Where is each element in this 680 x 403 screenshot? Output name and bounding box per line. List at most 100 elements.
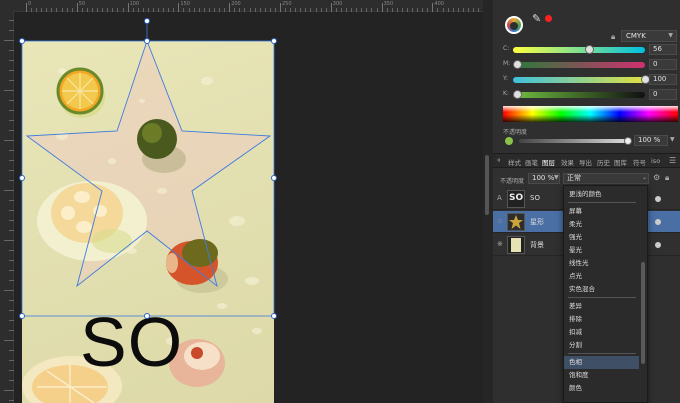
blend-mode-option[interactable]: 颜色 (564, 382, 639, 395)
tab-2[interactable]: 图层 (542, 157, 555, 167)
rotate-handle[interactable] (144, 18, 150, 24)
ruler-tick (9, 300, 14, 301)
ruler-minor-tick (213, 8, 215, 12)
ruler-minor-tick (295, 8, 297, 12)
ruler-minor-tick (427, 8, 429, 12)
ruler-tick (9, 70, 14, 71)
channel-slider-track[interactable] (513, 92, 645, 98)
ruler-tick (4, 240, 14, 241)
layer-thumbnail (507, 213, 525, 231)
resize-handle-bl[interactable] (19, 313, 25, 319)
blend-mode-option[interactable]: 实色混合 (564, 283, 639, 296)
canvas-so-text[interactable]: SO (80, 307, 183, 377)
blend-mode-option[interactable]: 点光 (564, 270, 639, 283)
chevron-down-icon[interactable]: ⌄ (642, 174, 647, 181)
blend-mode-option[interactable]: 扣减 (564, 326, 639, 339)
ruler-tick (4, 40, 14, 41)
tab-1[interactable]: 画笔 (525, 157, 538, 167)
dropdown-scrollbar[interactable] (641, 262, 645, 364)
layer-name: SO (530, 194, 540, 202)
ruler-tick (4, 140, 14, 141)
ruler-tick (9, 120, 14, 121)
ruler-minor-tick (366, 8, 368, 12)
ruler-tick (9, 230, 14, 231)
channel-value-field[interactable]: 0 (649, 89, 677, 100)
ruler-minor-tick (92, 8, 94, 12)
tab-4[interactable]: 导出 (579, 157, 592, 167)
resize-handle-br[interactable] (271, 313, 277, 319)
blend-mode-option[interactable]: 饱和度 (564, 369, 639, 382)
gear-icon[interactable]: ⚙ (653, 173, 660, 182)
blend-mode-option[interactable]: 强光 (564, 231, 639, 244)
resize-handle-ml[interactable] (19, 175, 25, 181)
canvas-area[interactable]: 050100150200250300350400450 (0, 0, 495, 403)
tab-5[interactable]: 历史 (597, 157, 610, 167)
tab-7[interactable]: 符号 (633, 157, 646, 167)
resize-handle-tl[interactable] (19, 38, 25, 44)
layer-thumbnail (507, 236, 525, 254)
resize-handle-bm[interactable] (144, 313, 150, 319)
resize-handle-tm[interactable] (144, 38, 150, 44)
opacity-value-field[interactable]: 100 % (634, 135, 668, 146)
ruler-minor-tick (442, 8, 444, 12)
opacity-slider-track[interactable] (519, 139, 629, 143)
resize-handle-mr[interactable] (271, 175, 277, 181)
blend-mode-option[interactable]: 色相 (564, 356, 639, 369)
panel-menu-icon[interactable]: ☰ (669, 156, 676, 165)
ruler-minor-tick (417, 8, 419, 12)
tab-3[interactable]: 效果 (561, 157, 574, 167)
resize-handle-tr[interactable] (271, 38, 277, 44)
ruler-major-tick (280, 3, 281, 12)
blend-mode-option[interactable]: 差异 (564, 300, 639, 313)
tab-0[interactable]: 样式 (508, 157, 521, 167)
ruler-minor-tick (137, 8, 139, 12)
chevron-down-icon[interactable]: ▼ (554, 174, 559, 181)
blend-mode-option[interactable]: 线性光 (564, 257, 639, 270)
blend-mode-option[interactable]: 屏幕 (564, 205, 639, 218)
blend-mode-option[interactable]: 晕光 (564, 244, 639, 257)
ruler-minor-tick (208, 8, 210, 12)
visibility-toggle[interactable] (655, 196, 661, 202)
ruler-minor-tick (285, 8, 287, 12)
spectrum-highlight (503, 106, 678, 112)
ruler-tick (9, 360, 14, 361)
tab-6[interactable]: 图库 (614, 157, 627, 167)
panel-grip-icon: ⏸ (497, 156, 501, 164)
chevron-down-icon[interactable]: ▼ (670, 136, 675, 143)
ruler-label: 200 (231, 1, 241, 7)
channel-value-field[interactable]: 0 (649, 59, 677, 70)
ruler-minor-tick (239, 8, 241, 12)
blend-mode-select[interactable]: 正常 (563, 173, 649, 184)
color-picker-icon[interactable]: ✎ (532, 12, 541, 25)
canvas-scroll-thumb[interactable] (485, 155, 489, 215)
ruler-label: 50 (78, 1, 86, 7)
ruler-label: 350 (383, 1, 394, 7)
lock-icon[interactable]: 🔒︎ (665, 173, 669, 183)
accent-color-dot[interactable] (545, 15, 552, 22)
visibility-toggle[interactable] (655, 242, 661, 248)
ruler-minor-tick (457, 8, 459, 12)
channel-slider-knob[interactable] (513, 90, 522, 99)
visibility-toggle[interactable] (655, 219, 661, 225)
color-model-select[interactable]: CMYK ▼ (621, 30, 677, 42)
blend-mode-option[interactable]: 排除 (564, 313, 639, 326)
ruler-major-tick (127, 3, 129, 12)
channel-value-field[interactable]: 100 (649, 74, 677, 85)
artboard[interactable]: SO (22, 41, 274, 403)
lock-icon[interactable]: 🔒︎ (611, 32, 615, 42)
channel-slider-knob[interactable] (584, 45, 594, 54)
dropdown-separator (568, 353, 636, 354)
blend-mode-option[interactable]: 柔光 (564, 218, 639, 231)
channel-slider-knob[interactable] (513, 60, 522, 69)
ruler-major-tick (26, 3, 27, 12)
tab-8[interactable]: iso (651, 157, 660, 165)
ruler-minor-tick (107, 8, 109, 12)
blend-mode-option[interactable]: 更浅的颜色 (564, 188, 639, 201)
blend-mode-option[interactable]: 分割 (564, 339, 639, 352)
channel-slider-track[interactable] (513, 62, 645, 68)
ruler-minor-tick (371, 8, 373, 12)
channel-slider-track[interactable] (513, 47, 645, 53)
channel-value-field[interactable]: 56 (649, 44, 677, 55)
opacity-slider-knob[interactable] (624, 137, 632, 145)
channel-slider-track[interactable] (513, 77, 645, 83)
